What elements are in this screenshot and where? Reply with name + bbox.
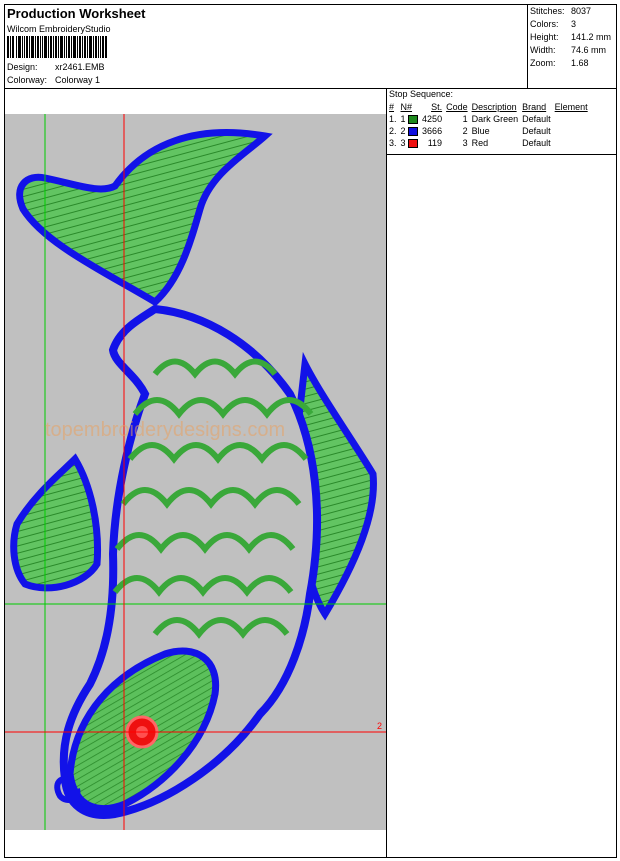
row-code: 3	[462, 138, 468, 148]
barcode	[7, 36, 107, 58]
colorway-row: Colorway: Colorway 1	[7, 75, 100, 85]
color-swatch	[408, 115, 419, 125]
col-index: #	[389, 102, 395, 112]
row-needle: 2	[400, 125, 406, 136]
table-row[interactable]: 1. 1 4250 1 Dark Green Default	[387, 113, 590, 125]
stat-zoom: Zoom: 1.68	[530, 58, 589, 68]
row-needle: 3	[400, 137, 406, 148]
stop-table-header: # N# St. Code Description Brand Element	[387, 101, 590, 113]
stat-value: 8037	[571, 6, 592, 16]
col-code: Code	[446, 102, 468, 112]
color-swatch	[408, 139, 419, 149]
row-brand: Default	[522, 114, 551, 124]
stat-label: Stitches:	[530, 6, 565, 16]
row-index: 1.	[389, 114, 397, 124]
watermark-text: topembroiderydesigns.com	[45, 419, 285, 441]
design-label: Design:	[7, 62, 38, 72]
stat-label: Zoom:	[530, 58, 556, 68]
row-description: Dark Green	[471, 114, 519, 124]
stop-sequence-panel: Stop Sequence: # N# St. Code Description…	[387, 88, 616, 155]
worksheet: Production Worksheet Wilcom EmbroiderySt…	[4, 4, 617, 858]
row-index: 2.	[389, 126, 397, 136]
guide-marker-label: 2	[377, 721, 382, 731]
design-row: Design: xr2461.EMB	[7, 62, 105, 72]
col-description: Description	[471, 102, 517, 112]
row-code: 2	[462, 126, 468, 136]
worksheet-title: Production Worksheet	[7, 6, 146, 21]
row-needle: 1	[400, 113, 406, 124]
design-preview-panel: 2 topembroiderydesigns.com	[5, 88, 387, 857]
row-code: 1	[462, 114, 468, 124]
stat-width: Width: 74.6 mm	[530, 45, 606, 55]
colorway-label: Colorway:	[7, 75, 48, 85]
stat-label: Width:	[530, 45, 556, 55]
col-brand: Brand	[522, 102, 547, 112]
row-element	[553, 125, 590, 137]
worksheet-header: Production Worksheet Wilcom EmbroiderySt…	[5, 5, 616, 89]
row-thread-code: 119	[427, 138, 443, 148]
stat-stitches: Stitches: 8037	[530, 6, 591, 16]
row-description: Blue	[471, 126, 490, 136]
stat-value: 74.6 mm	[571, 45, 607, 55]
table-row[interactable]: 3. 3 119 3 Red Default	[387, 137, 590, 149]
row-brand: Default	[522, 138, 551, 148]
stop-sequence-title: Stop Sequence:	[389, 89, 454, 99]
stat-value: 3	[571, 19, 577, 29]
table-row[interactable]: 2. 2 3666 2 Blue Default	[387, 125, 590, 137]
stat-value: 141.2 mm	[571, 32, 612, 42]
stat-label: Colors:	[530, 19, 559, 29]
col-element: Element	[554, 102, 588, 112]
stat-value: 1.68	[571, 58, 589, 68]
colorway-value: Colorway 1	[55, 75, 101, 85]
row-thread-code: 4250	[422, 114, 443, 124]
design-stats: Stitches: 8037 Colors: 3 Height: 141.2 mm W…	[527, 5, 617, 88]
col-stitch: St.	[431, 102, 443, 112]
stat-label: Height:	[530, 32, 559, 42]
row-brand: Default	[522, 126, 551, 136]
stat-colors: Colors: 3	[530, 19, 576, 29]
row-element	[553, 113, 590, 125]
row-thread-code: 3666	[422, 126, 443, 136]
col-needle: N#	[400, 102, 413, 112]
row-description: Red	[471, 138, 489, 148]
color-swatch	[408, 127, 419, 137]
row-element	[553, 137, 590, 149]
stat-height: Height: 141.2 mm	[530, 32, 611, 42]
software-name: Wilcom EmbroideryStudio	[7, 24, 111, 34]
stop-sequence-table: # N# St. Code Description Brand Element …	[387, 101, 590, 149]
row-index: 3.	[389, 138, 397, 148]
design-preview-canvas[interactable]: 2 topembroiderydesigns.com	[5, 114, 386, 830]
design-value: xr2461.EMB	[55, 62, 105, 72]
